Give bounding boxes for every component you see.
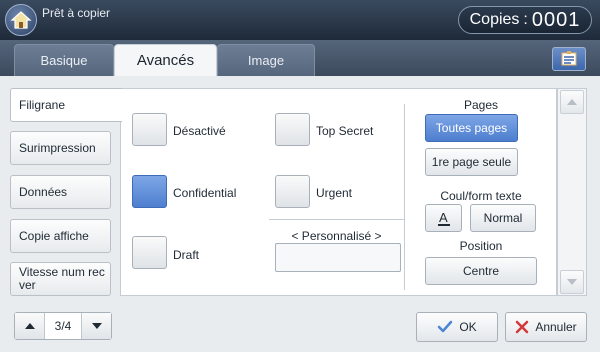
label-confidential: Confidential xyxy=(173,186,237,200)
tab-avances[interactable]: Avancés xyxy=(114,44,217,76)
divider xyxy=(404,104,405,290)
label-draft: Draft xyxy=(173,248,200,262)
triangle-up-icon xyxy=(567,99,577,105)
checkbox-confidential[interactable] xyxy=(132,175,167,208)
pages-all-button[interactable]: Toutes pages xyxy=(425,114,518,142)
copies-label: Copies xyxy=(469,11,520,28)
triangle-down-icon xyxy=(567,279,577,285)
custom-watermark-label: < Personnalisé > xyxy=(291,229,382,243)
scroll-up-button[interactable] xyxy=(560,90,584,114)
pages-label: Pages xyxy=(463,98,499,112)
copies-value: 0001 xyxy=(531,8,581,31)
text-size-button[interactable]: Normal xyxy=(470,204,536,232)
header-bar: Prêt à copier Copies : 0001 xyxy=(0,0,600,40)
pages-first-only-button[interactable]: 1re page seule xyxy=(425,148,518,176)
settings-list-icon xyxy=(561,51,577,66)
tab-bar: Basique Avancés Image xyxy=(0,40,600,76)
copy-screen: Prêt à copier Copies : 0001 Basique Avan… xyxy=(0,0,600,352)
sidebar-item-surimpression[interactable]: Surimpression xyxy=(10,131,111,165)
checkbox-urgent[interactable] xyxy=(275,175,310,208)
tab-basique[interactable]: Basique xyxy=(14,44,114,76)
home-button[interactable] xyxy=(5,4,37,36)
app-title: Prêt à copier xyxy=(42,6,111,20)
svg-text:A: A xyxy=(439,210,448,225)
checkbox-draft[interactable] xyxy=(132,236,167,269)
page-navigator: 3/4 xyxy=(14,312,112,340)
scrollbar[interactable] xyxy=(557,88,587,296)
page-down-button[interactable] xyxy=(81,313,111,339)
checkbox-desactive[interactable] xyxy=(132,113,167,146)
close-icon xyxy=(516,320,529,334)
checkmark-icon xyxy=(438,320,453,333)
text-color-icon: A xyxy=(437,210,450,226)
position-button[interactable]: Centre xyxy=(425,257,537,285)
scroll-down-button[interactable] xyxy=(560,270,584,294)
ok-button[interactable]: OK xyxy=(416,312,498,342)
cancel-label: Annuler xyxy=(535,320,577,334)
page-up-button[interactable] xyxy=(15,313,45,339)
sidebar-item-vitesse-num[interactable]: Vitesse num rec ver xyxy=(10,262,111,296)
sidebar-item-copie-affiche[interactable]: Copie affiche xyxy=(10,219,111,253)
custom-watermark-input[interactable] xyxy=(275,243,401,272)
label-urgent: Urgent xyxy=(316,186,353,200)
ok-label: OK xyxy=(459,320,477,334)
checkbox-top-secret[interactable] xyxy=(275,113,310,146)
cancel-button[interactable]: Annuler xyxy=(505,312,587,342)
text-color-button[interactable]: A xyxy=(425,204,462,232)
home-icon xyxy=(10,11,32,29)
label-desactive: Désactivé xyxy=(173,124,226,138)
job-settings-button[interactable] xyxy=(552,47,586,71)
copies-separator: : xyxy=(523,11,528,28)
divider xyxy=(269,219,404,220)
label-top-secret: Top Secret xyxy=(316,124,374,138)
triangle-up-icon xyxy=(24,323,35,329)
page-indicator: 3/4 xyxy=(54,319,72,333)
sidebar-item-donnees[interactable]: Données xyxy=(10,175,111,209)
tab-image[interactable]: Image xyxy=(217,44,315,76)
text-style-label: Coul/form texte xyxy=(440,189,522,203)
triangle-down-icon xyxy=(91,323,102,329)
copies-counter[interactable]: Copies : 0001 xyxy=(458,6,592,34)
position-label: Position xyxy=(459,239,503,253)
sidebar-item-filigrane[interactable]: Filigrane xyxy=(10,88,122,122)
